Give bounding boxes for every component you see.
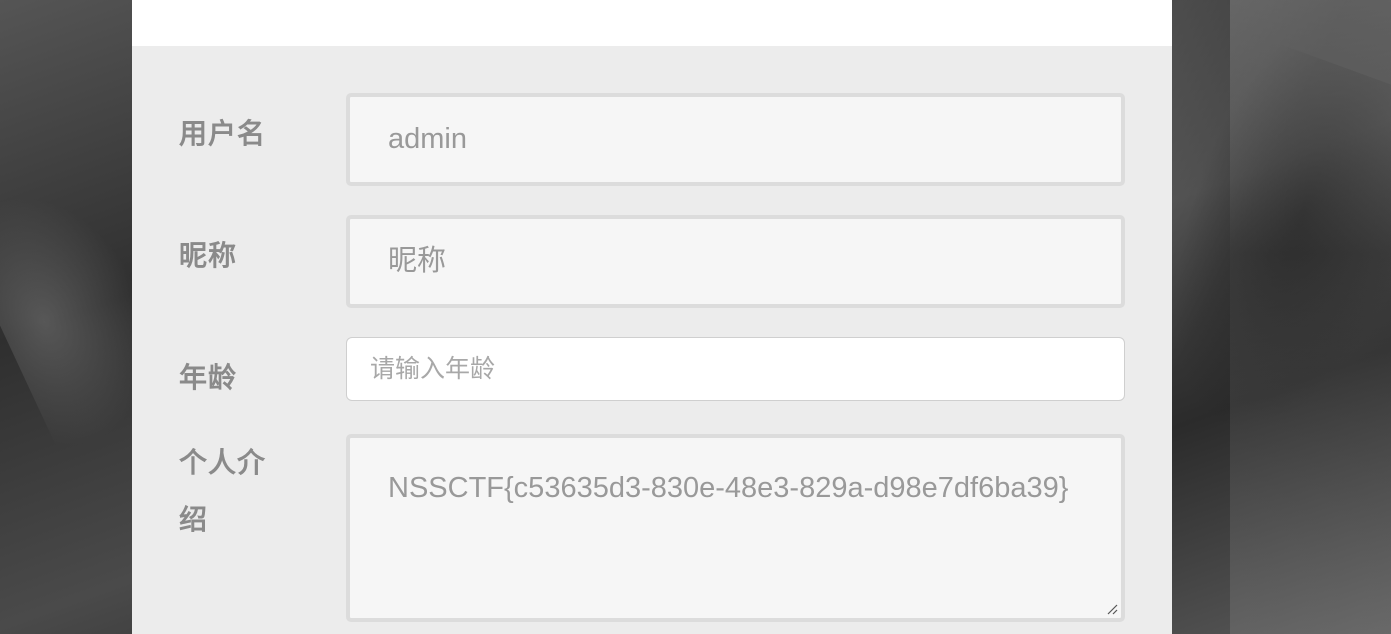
resize-handle-icon[interactable] <box>1106 603 1118 615</box>
nickname-field[interactable]: 昵称 <box>346 215 1125 308</box>
age-placeholder: 请输入年龄 <box>370 355 496 383</box>
profile-form-panel: 用户名 admin 昵称 昵称 年龄 请输入年龄 个人介 绍 NSSCTF{c5… <box>132 0 1172 634</box>
age-input[interactable]: 请输入年龄 <box>346 337 1125 401</box>
username-field[interactable]: admin <box>346 93 1125 186</box>
username-label: 用户名 <box>179 118 267 149</box>
age-label: 年龄 <box>179 362 238 393</box>
bio-value: NSSCTF{c53635d3-830e-48e3-829a-d98e7df6b… <box>388 472 1069 504</box>
background-shape <box>1230 0 1391 634</box>
nickname-label: 昵称 <box>179 240 238 271</box>
username-value: admin <box>388 123 467 155</box>
nickname-value: 昵称 <box>388 245 447 277</box>
panel-header-area <box>132 0 1172 46</box>
bio-label-line2: 绍 <box>179 504 209 535</box>
bio-label-line1: 个人介 <box>179 447 267 478</box>
bio-textarea[interactable]: NSSCTF{c53635d3-830e-48e3-829a-d98e7df6b… <box>346 434 1125 622</box>
